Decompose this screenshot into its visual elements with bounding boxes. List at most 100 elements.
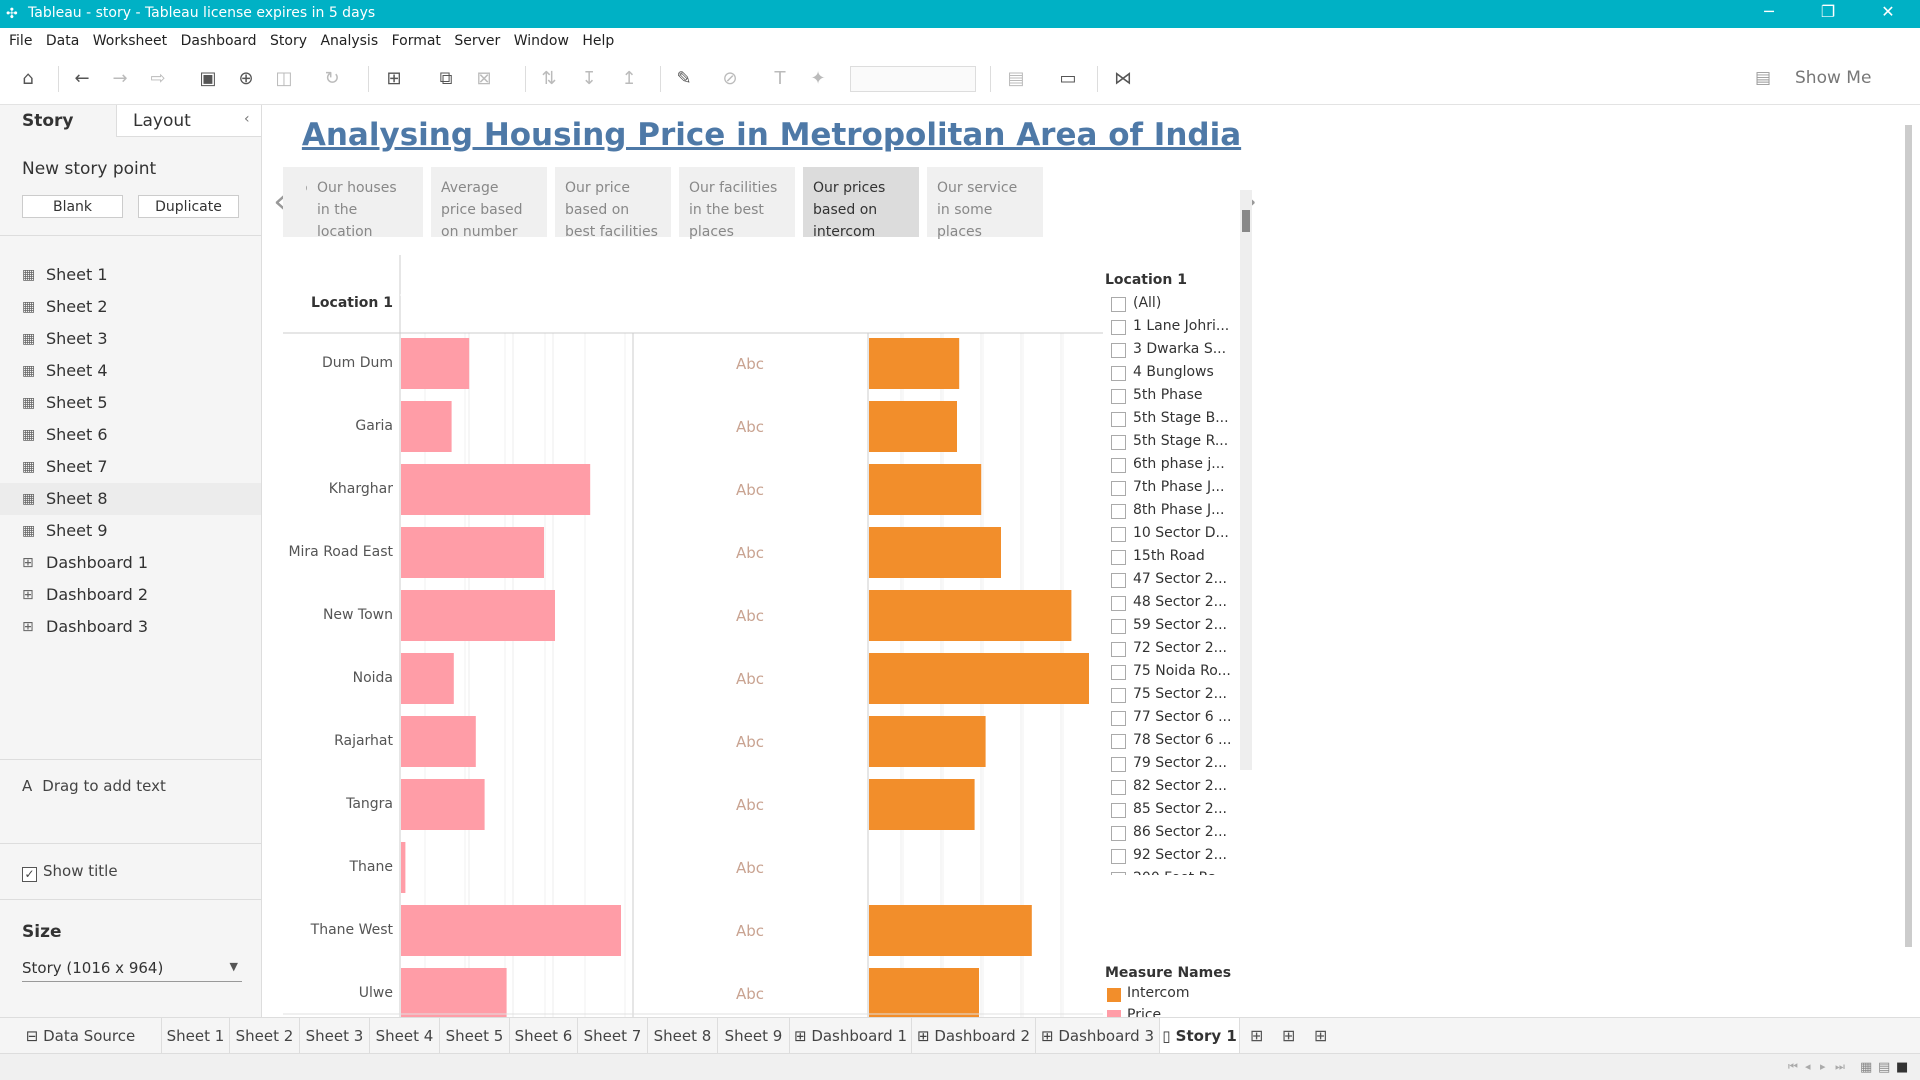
labels-icon[interactable]: T [768,68,792,89]
filter-checkbox[interactable] [1111,412,1126,427]
new-data-source-icon[interactable]: ⊕ [234,68,258,89]
intercom-bar[interactable] [869,590,1072,641]
tab-layout[interactable]: Layout [116,105,262,137]
menu-window[interactable]: Window [514,28,569,49]
sheet-tab[interactable]: Sheet 2 [230,1018,300,1054]
filter-checkbox[interactable] [1111,826,1126,841]
sort-descending-icon[interactable]: ↥ [617,68,641,89]
price-bar[interactable] [401,401,452,452]
price-bar[interactable] [401,527,544,578]
new-sheet-icon[interactable]: ⊞ [382,68,406,89]
menu-dashboard[interactable]: Dashboard [181,28,257,49]
sheet-tab[interactable]: Sheet 6 [510,1018,578,1054]
show-labels-icon[interactable]: ▤ [1004,68,1028,89]
blank-button[interactable]: Blank [22,195,123,218]
sheet-tab[interactable]: Sheet 8 [648,1018,718,1054]
sheet-tab[interactable]: ⊞ Dashboard 1 [790,1018,912,1054]
menu-help[interactable]: Help [582,28,614,49]
filter-checkbox[interactable] [1111,504,1126,519]
presentation-mode-icon[interactable]: ▭ [1056,68,1080,89]
close-icon[interactable]: ✕ [1868,2,1908,21]
menu-analysis[interactable]: Analysis [320,28,378,49]
filter-checkbox[interactable] [1111,757,1126,772]
filter-checkbox[interactable] [1111,481,1126,496]
filter-checkbox[interactable] [1111,619,1126,634]
sheet-item[interactable]: ▦ Sheet 4 [0,355,261,387]
story-point-tab[interactable]: Average price based on number [431,167,547,240]
intercom-bar[interactable] [869,464,982,515]
sheet-item[interactable]: ▦ Sheet 7 [0,451,261,483]
tab-story[interactable]: Story [0,105,116,137]
price-bar[interactable] [401,779,485,830]
menu-format[interactable]: Format [392,28,441,49]
sheet-tab[interactable]: Sheet 7 [578,1018,648,1054]
drag-to-add-text[interactable]: A Drag to add text [22,777,166,795]
filter-checkbox[interactable] [1111,688,1126,703]
filter-scrollbar[interactable] [1240,190,1252,770]
text-mark[interactable]: Abc [730,544,770,562]
filter-checkbox[interactable] [1111,435,1126,450]
price-bar[interactable] [401,653,454,704]
story-point-tab[interactable]: Our facilities in the best places [679,167,795,240]
filter-checkbox[interactable] [1111,711,1126,726]
sheet-item[interactable]: ▦ Sheet 6 [0,419,261,451]
text-mark[interactable]: Abc [730,733,770,751]
size-dropdown[interactable]: Story (1016 x 964) ▼ [22,956,242,982]
text-mark[interactable]: Abc [730,418,770,436]
sheet-item[interactable]: ⊞ Dashboard 1 [0,547,261,579]
sheet-tab[interactable]: ⊞ Dashboard 3 [1036,1018,1160,1054]
filter-checkbox[interactable] [1111,366,1126,381]
filter-checkbox[interactable] [1111,573,1126,588]
intercom-bar[interactable] [869,338,960,389]
intercom-bar[interactable] [869,653,1089,704]
sheet-tab[interactable]: ⊟ Data Source [0,1018,162,1054]
collapse-panel-icon[interactable]: ‹ [244,111,250,127]
price-bar[interactable] [401,716,476,767]
new-story-icon[interactable]: ⊞ [1314,1026,1327,1045]
swap-icon[interactable]: ⇅ [537,68,561,89]
menu-worksheet[interactable]: Worksheet [93,28,167,49]
filter-checkbox[interactable] [1111,642,1126,657]
restore-icon[interactable]: ❐ [1808,2,1848,21]
sheet-tab[interactable]: ▯ Story 1 [1160,1018,1240,1054]
undo-icon[interactable]: ← [70,68,94,89]
sheet-item[interactable]: ▦ Sheet 9 [0,515,261,547]
duplicate-sheet-icon[interactable]: ⧉ [434,68,458,89]
price-bar[interactable] [401,590,555,641]
save-icon[interactable]: ▣ [196,68,220,89]
show-me-icon[interactable]: ▤ [1755,68,1771,88]
filter-checkbox[interactable] [1111,872,1126,875]
filter-checkbox[interactable] [1111,458,1126,473]
price-bar[interactable] [401,338,470,389]
window-scrollbar[interactable] [1905,125,1912,947]
filter-checkbox[interactable] [1111,320,1126,335]
filter-checkbox[interactable] [1111,343,1126,358]
new-dashboard-icon[interactable]: ⊞ [1282,1026,1295,1045]
sheet-tab[interactable]: Sheet 5 [440,1018,510,1054]
highlight-icon[interactable]: ✎ [672,68,696,89]
filter-checkbox[interactable] [1111,849,1126,864]
story-point-tab[interactable]: Our prices based on intercom [803,167,919,240]
intercom-bar[interactable] [869,905,1032,956]
story-point-tab[interactable]: Our service in some places [927,167,1043,240]
intercom-bar[interactable] [869,779,975,830]
sheet-item[interactable]: ▦ Sheet 1 [0,259,261,291]
text-mark[interactable]: Abc [730,985,770,1003]
pause-updates-icon[interactable]: ◫ [272,68,296,89]
price-bar[interactable] [401,842,406,893]
sheet-item[interactable]: ▦ Sheet 8 [0,483,261,515]
text-mark[interactable]: Abc [730,607,770,625]
sheet-item[interactable]: ▦ Sheet 2 [0,291,261,323]
first-page-icon[interactable]: ⏮ [1788,1060,1798,1074]
sheet-item[interactable]: ⊞ Dashboard 2 [0,579,261,611]
price-bar[interactable] [401,464,591,515]
story-point-tab[interactable]: Our price based on best facilities [555,167,671,240]
sheet-tab[interactable]: Sheet 1 [162,1018,230,1054]
menu-server[interactable]: Server [454,28,500,49]
next-page-icon[interactable]: ▸ [1820,1060,1826,1073]
text-mark[interactable]: Abc [730,481,770,499]
minimize-icon[interactable]: ─ [1749,2,1789,21]
sheet-tab[interactable]: ⊞ Dashboard 2 [912,1018,1036,1054]
sheet-item[interactable]: ⊞ Dashboard 3 [0,611,261,643]
grid-view-icon[interactable]: ▦ [1860,1060,1872,1075]
